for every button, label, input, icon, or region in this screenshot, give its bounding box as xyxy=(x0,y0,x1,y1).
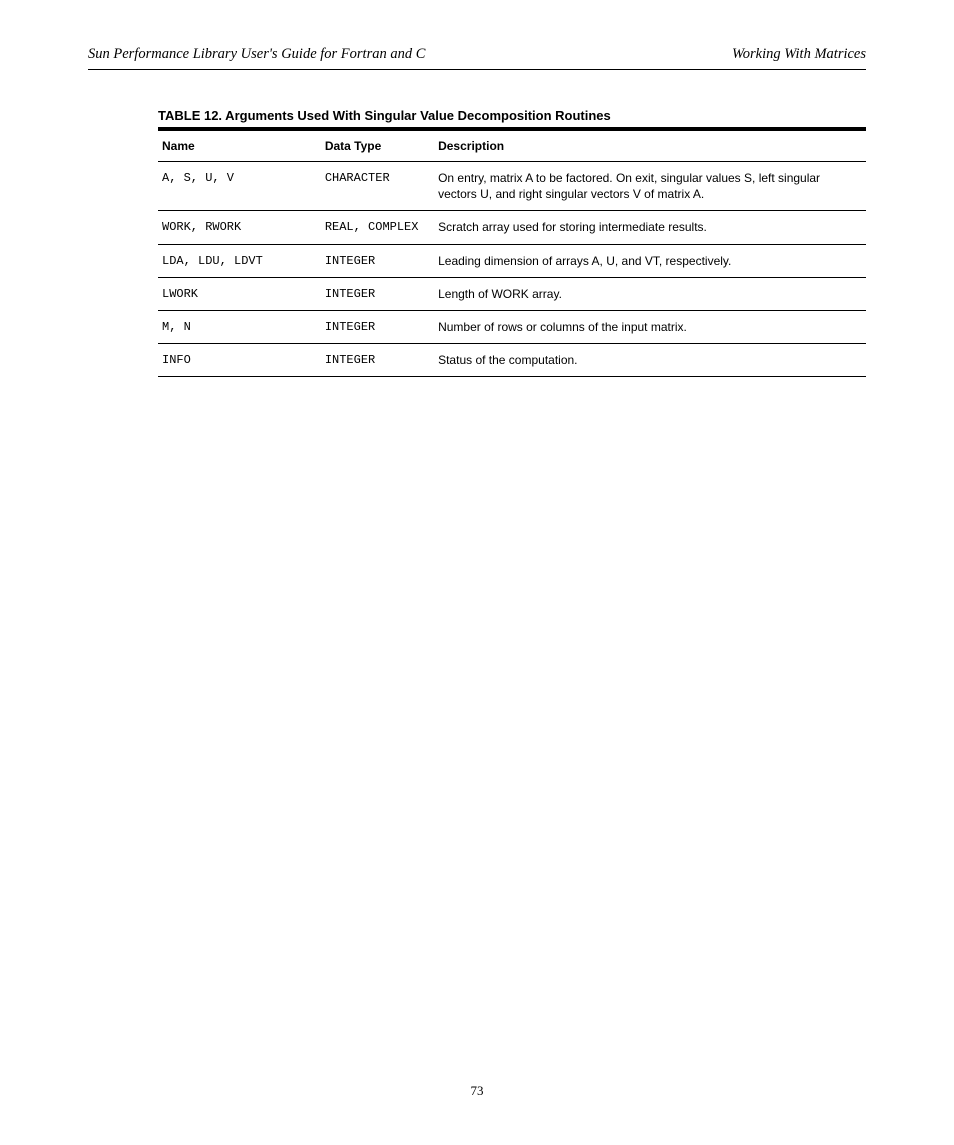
cell-name: LDA, LDU, LDVT xyxy=(158,244,321,277)
cell-type: INTEGER xyxy=(321,310,434,343)
cell-name: LWORK xyxy=(158,277,321,310)
table-header-row: Name Data Type Description xyxy=(158,129,866,162)
column-header-desc: Description xyxy=(434,129,866,162)
cell-type: CHARACTER xyxy=(321,162,434,211)
svd-arguments-table: Name Data Type Description A, S, U, V CH… xyxy=(158,127,866,377)
cell-desc: Length of WORK array. xyxy=(434,277,866,310)
cell-name: M, N xyxy=(158,310,321,343)
table-row: A, S, U, V CHARACTER On entry, matrix A … xyxy=(158,162,866,211)
table-row: LDA, LDU, LDVT INTEGER Leading dimension… xyxy=(158,244,866,277)
cell-desc: Status of the computation. xyxy=(434,344,866,377)
column-header-type: Data Type xyxy=(321,129,434,162)
header-right: Working With Matrices xyxy=(732,46,866,63)
header-left: Sun Performance Library User's Guide for… xyxy=(88,46,425,63)
cell-desc: Scratch array used for storing intermedi… xyxy=(434,211,866,244)
table-title: TABLE 12. Arguments Used With Singular V… xyxy=(158,108,866,123)
running-header: Sun Performance Library User's Guide for… xyxy=(88,46,866,70)
table-row: INFO INTEGER Status of the computation. xyxy=(158,344,866,377)
cell-type: INTEGER xyxy=(321,244,434,277)
cell-name: WORK, RWORK xyxy=(158,211,321,244)
cell-desc: Number of rows or columns of the input m… xyxy=(434,310,866,343)
page-number: 73 xyxy=(0,1083,954,1099)
cell-name: INFO xyxy=(158,344,321,377)
table-row: M, N INTEGER Number of rows or columns o… xyxy=(158,310,866,343)
cell-desc: On entry, matrix A to be factored. On ex… xyxy=(434,162,866,211)
cell-type: INTEGER xyxy=(321,344,434,377)
cell-type: REAL, COMPLEX xyxy=(321,211,434,244)
cell-desc: Leading dimension of arrays A, U, and VT… xyxy=(434,244,866,277)
table-row: WORK, RWORK REAL, COMPLEX Scratch array … xyxy=(158,211,866,244)
cell-name: A, S, U, V xyxy=(158,162,321,211)
column-header-name: Name xyxy=(158,129,321,162)
cell-type: INTEGER xyxy=(321,277,434,310)
table-row: LWORK INTEGER Length of WORK array. xyxy=(158,277,866,310)
